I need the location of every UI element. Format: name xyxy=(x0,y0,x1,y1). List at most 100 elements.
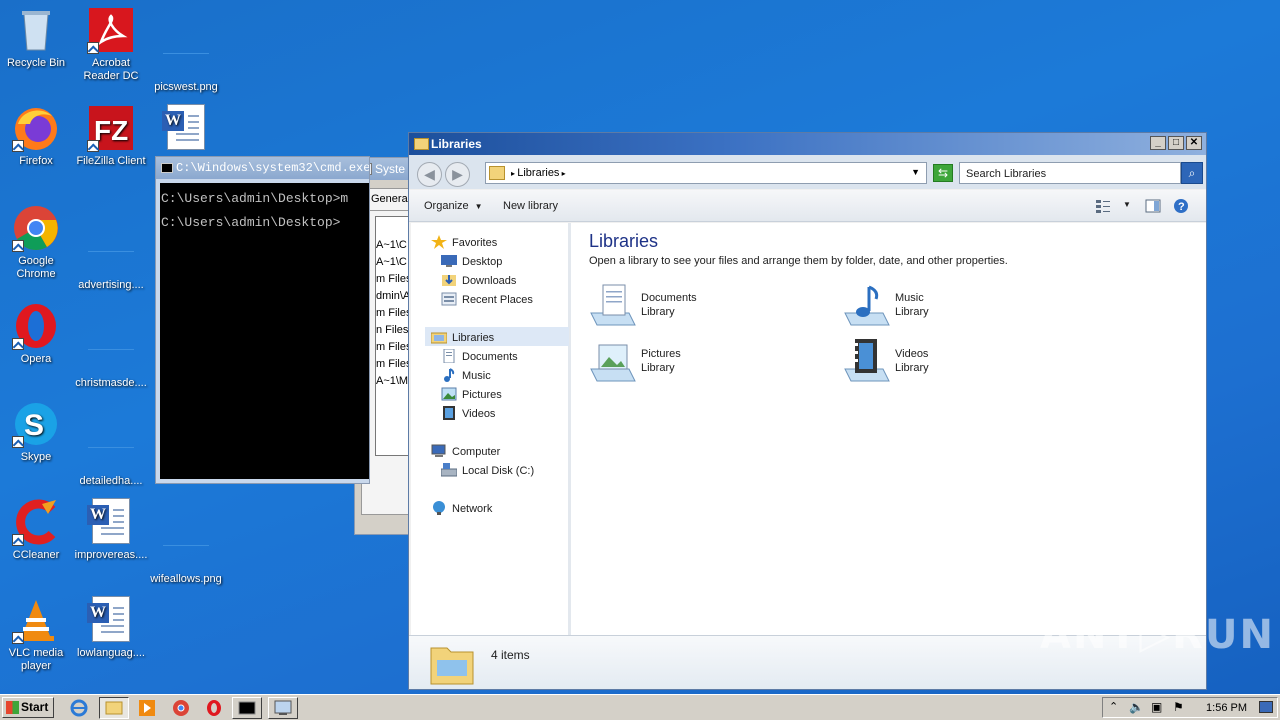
nav-item-music[interactable]: Music xyxy=(441,368,491,382)
nav-item-local-disk[interactable]: Local Disk (C:) xyxy=(441,463,534,477)
chevron-down-icon[interactable]: ▼ xyxy=(911,167,920,177)
nav-item-label: Computer xyxy=(452,446,501,458)
library-documents[interactable]: Documents Library xyxy=(589,283,809,331)
page-description: Open a library to see your files and arr… xyxy=(589,255,1008,267)
console-line: C:\Users\admin\Desktop>m xyxy=(161,191,349,206)
desktop-icon-label: Firefox xyxy=(19,155,53,167)
taskbar-cmd-button[interactable] xyxy=(232,697,262,719)
nav-item-pictures[interactable]: Pictures xyxy=(441,387,502,401)
address-bar[interactable]: ▸ Libraries ▸ ▼ xyxy=(485,162,927,184)
refresh-button[interactable]: ⇆ xyxy=(933,164,953,182)
desktop-icon-advertising[interactable]: advertising.... xyxy=(73,204,149,292)
back-button[interactable]: ◀ xyxy=(417,162,442,187)
view-options-icon[interactable] xyxy=(1095,198,1111,214)
preview-pane-icon[interactable] xyxy=(1145,198,1161,214)
search-input[interactable]: Search Libraries xyxy=(959,162,1181,184)
organize-label: Organize xyxy=(424,200,469,212)
vlc-icon xyxy=(12,596,60,644)
volume-icon[interactable]: 🔈 xyxy=(1129,700,1144,714)
network-icon xyxy=(433,501,445,515)
desktop-icon-firefox[interactable]: Firefox xyxy=(0,104,74,168)
content-pane[interactable]: Libraries Open a library to see your fil… xyxy=(571,223,1206,635)
cmd-icon xyxy=(161,163,173,173)
taskbar-explorer-button[interactable] xyxy=(99,697,129,719)
desktop-icon-lowlanguag[interactable]: W lowlanguag.... xyxy=(73,596,149,660)
desktop-icon-label: Skype xyxy=(20,451,52,463)
maximize-button[interactable]: □ xyxy=(1168,136,1184,150)
new-library-button[interactable]: New library xyxy=(503,200,558,212)
nav-item-downloads[interactable]: Downloads xyxy=(441,273,516,287)
desktop-icon-improvereas[interactable]: W improvereas.... xyxy=(73,498,149,562)
forward-button[interactable]: ▶ xyxy=(445,162,470,187)
cmd-titlebar[interactable]: C:\Windows\system32\cmd.exe xyxy=(156,157,369,179)
computer-icon xyxy=(431,444,446,457)
acrobat-icon xyxy=(87,6,135,54)
cmd-window[interactable]: C:\Windows\system32\cmd.exe C:\Users\adm… xyxy=(155,156,370,484)
console-line: C:\Users\admin\Desktop> xyxy=(161,215,341,230)
library-music[interactable]: Music Library xyxy=(843,283,1063,331)
nav-item-network[interactable]: Network xyxy=(431,501,492,515)
organize-button[interactable]: Organize ▼ xyxy=(424,200,483,212)
show-desktop-icon[interactable] xyxy=(1259,701,1273,713)
help-icon[interactable]: ? xyxy=(1173,198,1189,214)
show-hidden-icons-icon[interactable]: ⌃ xyxy=(1109,700,1118,713)
nav-item-libraries[interactable]: Libraries xyxy=(431,330,494,344)
nav-item-computer[interactable]: Computer xyxy=(431,444,500,458)
desktop-icon-ccleaner[interactable]: CCleaner xyxy=(0,498,74,562)
desktop-icon-recycle-bin[interactable]: Recycle Bin xyxy=(0,6,74,70)
shortcut-arrow-icon xyxy=(12,240,24,252)
desktop-icon-label: VLC media player xyxy=(8,647,64,672)
star-icon xyxy=(431,235,447,249)
chevron-down-icon[interactable]: ▼ xyxy=(1123,200,1131,209)
chevron-down-icon: ▼ xyxy=(474,202,483,211)
music-icon xyxy=(444,368,455,382)
nav-item-documents[interactable]: Documents xyxy=(441,349,518,363)
desktop-icon-chrome[interactable]: Google Chrome xyxy=(0,204,74,281)
opera-taskbar-icon[interactable] xyxy=(203,698,225,718)
system-properties-taskbar-icon xyxy=(274,700,292,715)
nav-item-videos[interactable]: Videos xyxy=(441,406,495,420)
desktop-icon-picswest[interactable]: picswest.png xyxy=(148,6,224,94)
close-button[interactable]: ✕ xyxy=(1186,136,1202,150)
system-properties-title: Syste xyxy=(375,162,406,176)
desktop-icon-word-doc[interactable]: W xyxy=(148,104,224,155)
libraries-icon xyxy=(431,332,447,344)
clock[interactable]: 1:56 PM xyxy=(1206,702,1247,714)
desktop-icon-vlc[interactable]: VLC media player xyxy=(0,596,74,673)
desktop-icon-acrobat[interactable]: Acrobat Reader DC xyxy=(73,6,149,83)
start-button[interactable]: Start xyxy=(2,697,54,718)
navigation-pane[interactable]: Favorites Desktop Downloads Recent Place… xyxy=(411,223,571,635)
breadcrumb[interactable]: Libraries xyxy=(517,167,559,179)
desktop-icon-filezilla[interactable]: FZ FileZilla Client xyxy=(73,104,149,168)
action-center-flag-icon[interactable]: ⚑ xyxy=(1173,700,1184,714)
libraries-folder-icon xyxy=(414,138,429,150)
library-pictures[interactable]: Pictures Library xyxy=(589,339,809,387)
desktop-icon-wifeallows[interactable]: wifeallows.png xyxy=(148,498,224,586)
explorer-titlebar[interactable]: Libraries _ □ ✕ xyxy=(409,133,1206,155)
search-icon[interactable]: ⌕ xyxy=(1181,162,1203,184)
desktop-icon-christmasde[interactable]: christmasde.... xyxy=(73,302,149,390)
nav-item-favorites[interactable]: Favorites xyxy=(431,235,497,249)
file-icon xyxy=(87,228,135,276)
network-tray-icon[interactable]: ▣ xyxy=(1151,700,1162,714)
ccleaner-icon xyxy=(12,498,60,546)
library-videos[interactable]: Videos Library xyxy=(843,339,1063,387)
desktop-icon-detailedha[interactable]: detailedha.... xyxy=(73,400,149,488)
libraries-folder-icon xyxy=(430,647,474,685)
media-player-icon[interactable] xyxy=(136,698,158,718)
library-name: Documents xyxy=(641,292,697,304)
nav-item-recent-places[interactable]: Recent Places xyxy=(441,292,533,306)
shortcut-arrow-icon xyxy=(12,140,24,152)
nav-item-desktop[interactable]: Desktop xyxy=(441,254,502,268)
cmd-console[interactable]: C:\Users\admin\Desktop>m C:\Users\admin\… xyxy=(160,183,369,479)
desktop-icon-skype[interactable]: S Skype xyxy=(0,400,74,464)
taskbar: Start ⌃ 🔈 ▣ ⚑ 1:56 PM xyxy=(0,694,1280,720)
desktop-icon-opera[interactable]: Opera xyxy=(0,302,74,366)
library-name: Pictures xyxy=(641,348,681,360)
internet-explorer-icon[interactable] xyxy=(68,698,90,718)
cmd-taskbar-icon xyxy=(238,701,256,715)
chrome-taskbar-icon[interactable] xyxy=(170,698,192,718)
minimize-button[interactable]: _ xyxy=(1150,136,1166,150)
taskbar-system-button[interactable] xyxy=(268,697,298,719)
explorer-window[interactable]: Libraries _ □ ✕ ◀ ▶ ▸ Libraries ▸ ▼ ⇆ Se… xyxy=(408,132,1207,690)
